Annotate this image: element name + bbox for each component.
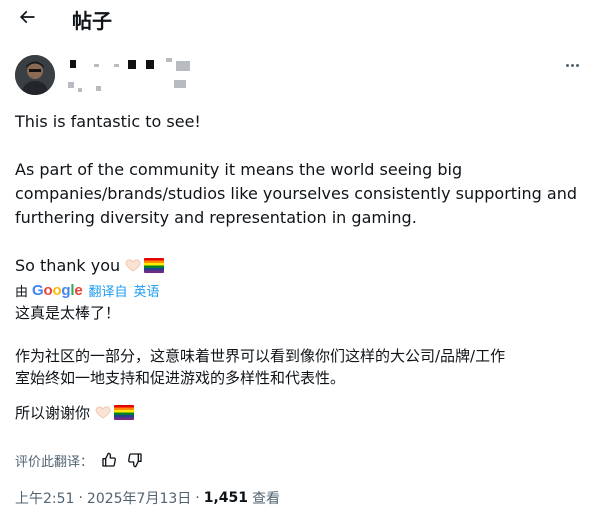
arrow-left-icon	[19, 10, 35, 24]
rainbow-flag-emoji-icon	[114, 405, 135, 420]
translation-attribution: 由 Google 翻译自 英语	[15, 280, 166, 300]
more-horizontal-icon	[565, 63, 569, 67]
thumbs-up-button[interactable]	[99, 450, 119, 470]
post-meta: 上午2:51 · 2025年7月13日 · 1,451 查看	[15, 488, 280, 508]
post-time[interactable]: 上午2:51	[15, 488, 74, 508]
rainbow-flag-emoji-icon	[144, 258, 165, 273]
post-text-line: This is fantastic to see!	[15, 112, 201, 131]
meta-separator: ·	[78, 490, 83, 506]
google-logo: Google	[32, 281, 83, 299]
translated-thanks-text: 所以谢谢你	[15, 404, 91, 422]
rate-translation-row: 评价此翻译：	[15, 450, 145, 470]
more-options-button[interactable]	[561, 56, 583, 74]
post-date[interactable]: 2025年7月13日	[87, 488, 191, 508]
thumbs-down-icon	[128, 453, 142, 468]
meta-separator: ·	[195, 490, 200, 506]
translated-by-label: 由	[15, 284, 29, 300]
user-avatar[interactable]	[15, 55, 55, 95]
page-header: 帖子	[0, 0, 597, 36]
thumbs-up-icon	[102, 452, 116, 467]
translated-text-line: 室始终如一地支持和促进游戏的多样性和代表性。	[15, 369, 346, 387]
heart-hands-emoji-icon	[125, 259, 141, 272]
heart-hands-emoji-icon	[95, 406, 111, 419]
rate-translation-label: 评价此翻译：	[15, 454, 94, 470]
views-count: 1,451	[203, 490, 249, 506]
translated-text-thanks: 所以谢谢你	[15, 402, 135, 424]
translated-text-line: 作为社区的一部分，这意味着世界可以看到像你们这样的大公司/品牌/工作	[15, 347, 506, 365]
post-text-thanks: So thank you	[15, 254, 165, 278]
page-title: 帖子	[72, 9, 112, 33]
post-text-line: furthering diversity and representation …	[15, 208, 417, 227]
thumbs-down-button[interactable]	[125, 450, 145, 470]
post-text-line: As part of the community it means the wo…	[15, 160, 463, 179]
author-name-redacted[interactable]	[66, 56, 206, 102]
post-text-line: companies/brands/studios like yourselves…	[15, 184, 577, 203]
thanks-text: So thank you	[15, 256, 121, 275]
translated-text-line: 这真是太棒了！	[15, 304, 121, 322]
translated-from-label[interactable]: 翻译自	[89, 281, 128, 300]
back-button[interactable]	[14, 4, 40, 30]
source-language-link[interactable]: 英语	[134, 281, 160, 300]
views-label: 查看	[252, 491, 281, 507]
